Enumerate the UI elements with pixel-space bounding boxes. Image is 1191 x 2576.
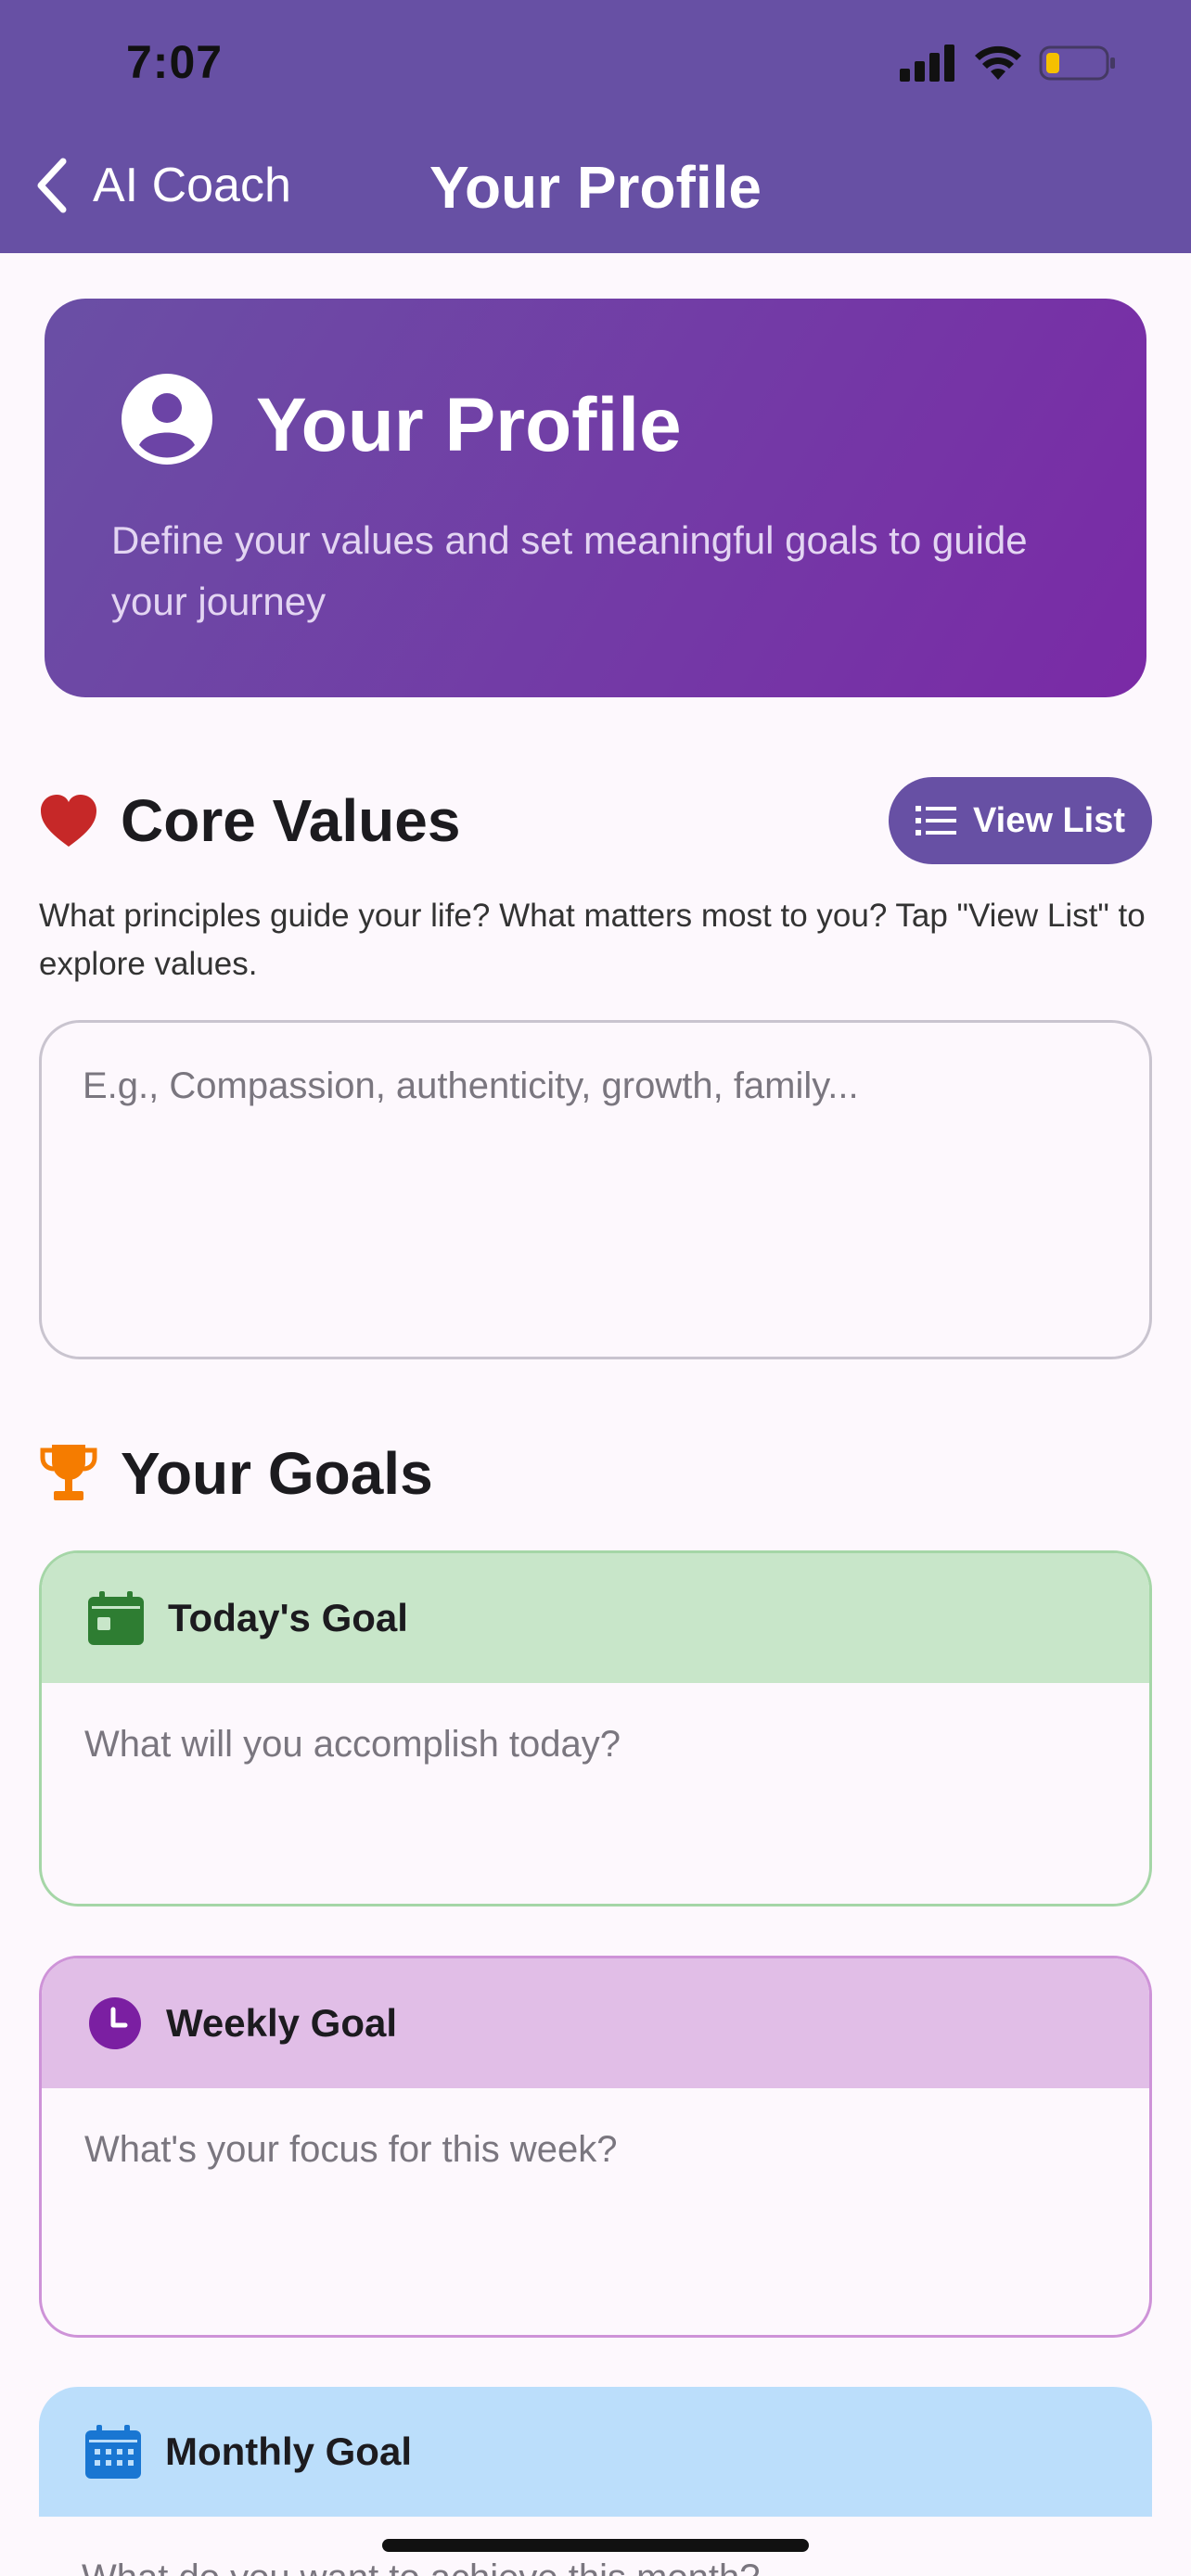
today-goal-label: Today's Goal [168, 1596, 408, 1639]
battery-icon [1039, 45, 1115, 81]
weekly-goal-placeholder: What's your focus for this week? [84, 2129, 618, 2170]
account-circle-icon [122, 374, 212, 465]
status-time: 7:07 [126, 36, 224, 88]
heart-icon [41, 795, 96, 847]
weekly-goal-label: Weekly Goal [166, 2001, 398, 2045]
core-values-input[interactable]: E.g., Compassion, authenticity, growth, … [39, 1020, 1152, 1359]
monthly-goal-header: Monthly Goal [39, 2387, 1152, 2517]
wifi-icon [975, 45, 1021, 80]
clock-icon [89, 1997, 141, 2049]
status-icons [900, 45, 1117, 82]
calendar-today-icon [88, 1591, 144, 1645]
core-values-heading: Core Values [39, 786, 460, 855]
goals-heading: Your Goals [39, 1439, 433, 1508]
today-goal-input[interactable]: What will you accomplish today? [42, 1683, 1149, 1904]
profile-hero-card: Your Profile Define your values and set … [45, 299, 1146, 697]
monthly-goal-label: Monthly Goal [165, 2429, 412, 2473]
view-list-label: View List [972, 800, 1126, 840]
goals-title: Your Goals [121, 1440, 433, 1507]
core-values-title: Core Values [121, 787, 461, 854]
today-goal-card[interactable]: Today's Goal What will you accomplish to… [39, 1550, 1152, 1906]
today-goal-header: Today's Goal [42, 1553, 1149, 1683]
hero-title: Your Profile [256, 383, 682, 467]
list-icon [915, 806, 956, 835]
weekly-goal-input[interactable]: What's your focus for this week? [42, 2088, 1149, 2335]
view-list-button[interactable]: View List [889, 777, 1152, 864]
nav-title: Your Profile [429, 154, 762, 221]
hero-subtitle: Define your values and set meaningful go… [111, 518, 1028, 623]
monthly-goal-placeholder: What do you want to achieve this month? [82, 2557, 761, 2576]
calendar-month-icon [85, 2425, 141, 2479]
home-indicator [382, 2539, 809, 2552]
core-values-placeholder: E.g., Compassion, authenticity, growth, … [83, 1065, 859, 1106]
cellular-signal-icon [900, 45, 954, 82]
weekly-goal-card[interactable]: Weekly Goal What's your focus for this w… [39, 1956, 1152, 2338]
core-values-description: What principles guide your life? What ma… [39, 898, 1146, 982]
trophy-icon [40, 1445, 97, 1500]
today-goal-placeholder: What will you accomplish today? [84, 1724, 621, 1765]
weekly-goal-header: Weekly Goal [42, 1958, 1149, 2088]
top-app-bar: 7:07 AI Coach Your Profile [0, 0, 1191, 253]
